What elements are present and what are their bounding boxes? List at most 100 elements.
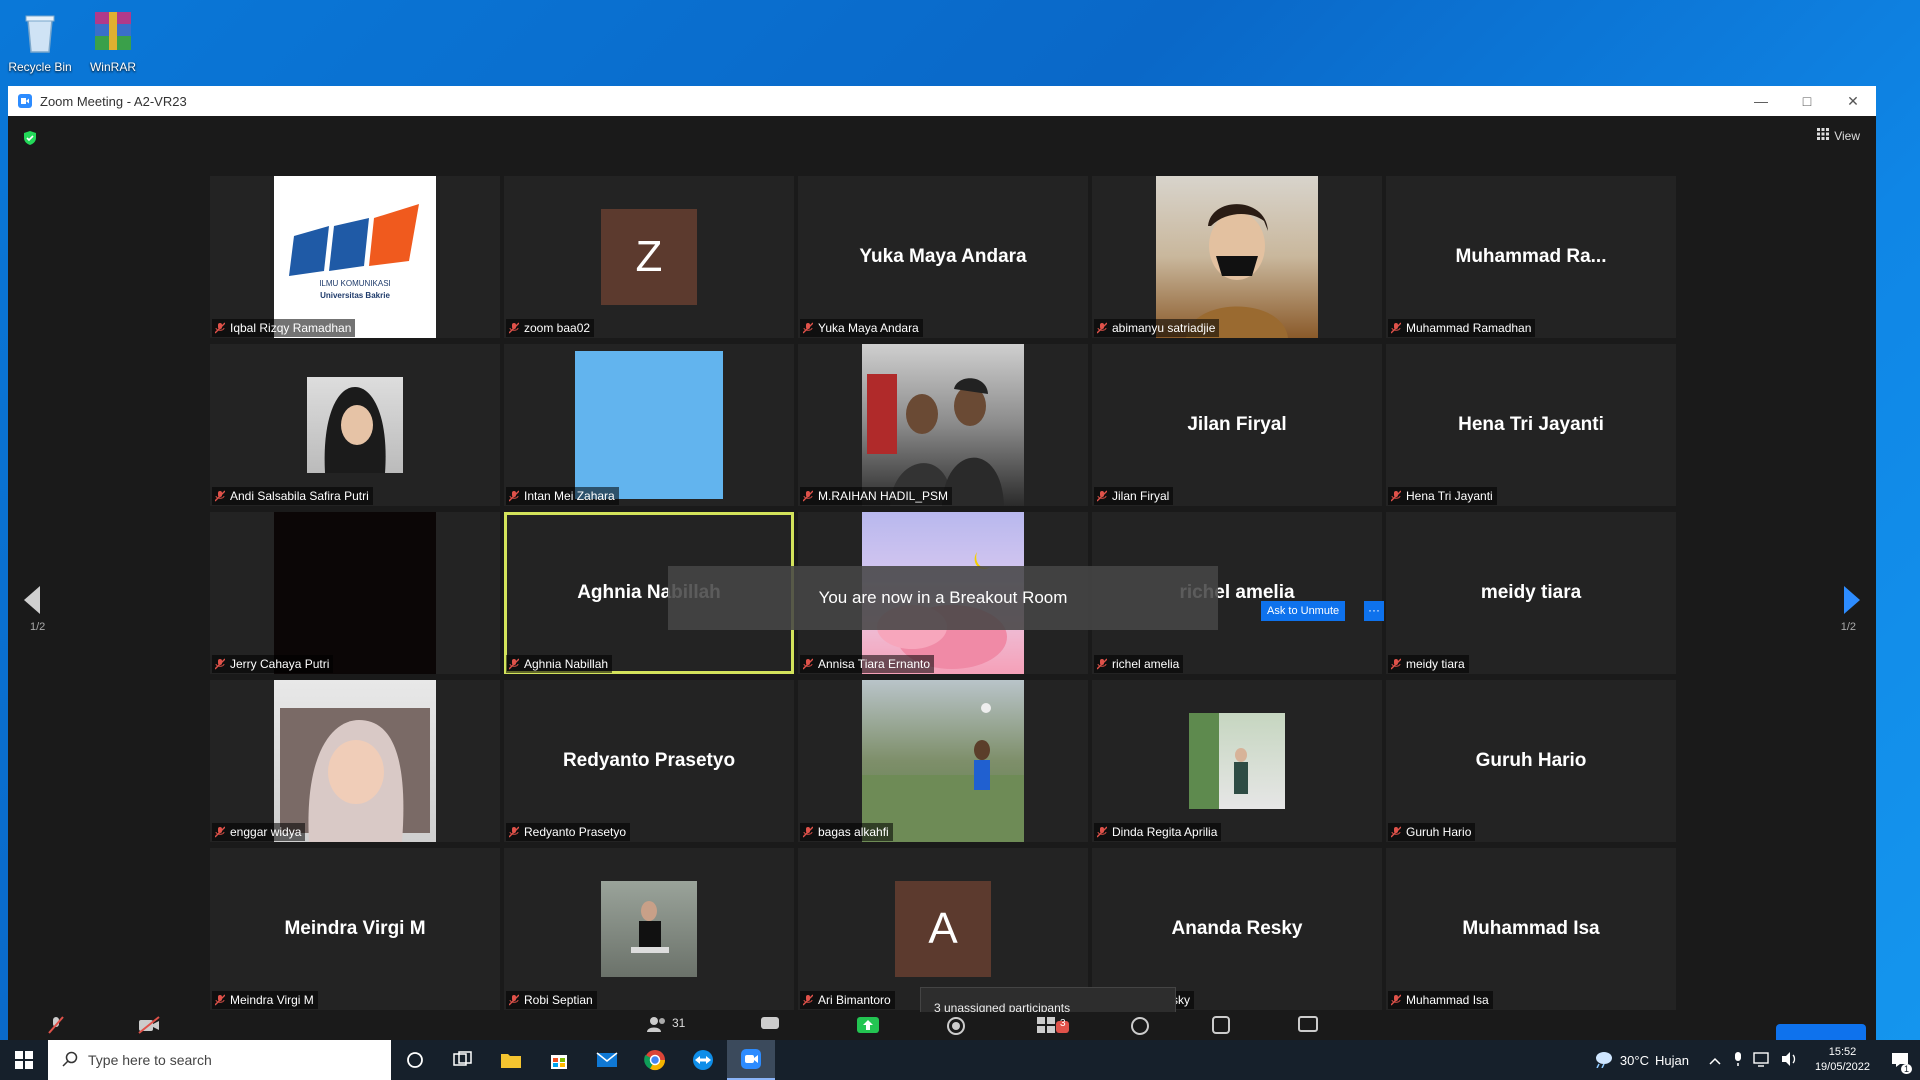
record-icon[interactable] [946, 1016, 966, 1040]
mail-icon[interactable] [583, 1040, 631, 1080]
breakout-room-toast: You are now in a Breakout Room [668, 566, 1218, 630]
logo-line2: Universitas Bakrie [320, 291, 390, 300]
participant-name-label: M.RAIHAN HADIL_PSM [800, 487, 953, 505]
participant-tile[interactable]: bagas alkahfi [798, 680, 1088, 842]
view-button[interactable]: View [1817, 128, 1860, 143]
share-screen-icon[interactable] [856, 1016, 880, 1039]
winrar-icon[interactable]: WinRAR [73, 8, 153, 74]
participant-tile[interactable]: Andi Salsabila Safira Putri [210, 344, 500, 506]
participant-name-label: Dinda Regita Aprilia [1094, 823, 1222, 841]
mic-muted-icon [214, 994, 226, 1006]
mic-muted-icon [802, 826, 814, 838]
participant-tile[interactable]: A Ari Bimantoro [798, 848, 1088, 1010]
participant-name-label: Ari Bimantoro [800, 991, 895, 1009]
taskbar-search-box[interactable]: Type here to search [48, 1040, 391, 1080]
chrome-icon[interactable] [631, 1040, 679, 1080]
participants-count: 31 [672, 1016, 686, 1030]
ask-to-unmute-button[interactable]: Ask to Unmute [1261, 601, 1346, 621]
chevron-up-icon[interactable] [1709, 1053, 1721, 1068]
volume-icon[interactable] [1781, 1051, 1799, 1070]
participant-tile[interactable]: Muhammad Isa Muhammad Isa [1386, 848, 1676, 1010]
mic-muted-icon [214, 826, 226, 838]
close-button[interactable]: ✕ [1830, 93, 1876, 110]
next-page-arrow-icon[interactable] [1842, 586, 1862, 619]
participant-name-label: zoom baa02 [506, 319, 595, 337]
participant-name-label: Redyanto Prasetyo [506, 823, 631, 841]
minimize-button[interactable]: — [1738, 93, 1784, 109]
participant-tile[interactable]: Z zoom baa02 [504, 176, 794, 338]
participant-tile[interactable]: Yuka Maya Andara Yuka Maya Andara [798, 176, 1088, 338]
participant-display-name: Meindra Virgi M [284, 918, 426, 939]
microphone-icon[interactable] [1733, 1051, 1743, 1070]
participant-tile[interactable]: Hena Tri Jayanti Hena Tri Jayanti [1386, 344, 1676, 506]
meeting-toolbar: 31 3 [8, 1012, 1876, 1040]
clock[interactable]: 15:52 19/05/2022 [1815, 1045, 1870, 1075]
participant-name-label: Muhammad Isa [1388, 991, 1493, 1009]
mute-icon[interactable] [48, 1016, 64, 1039]
mic-muted-icon [1390, 490, 1402, 502]
weather-temperature[interactable]: 30°C [1620, 1053, 1649, 1068]
participant-tile[interactable]: Guruh Hario Guruh Hario [1386, 680, 1676, 842]
participants-icon[interactable] [646, 1016, 668, 1037]
more-options-button[interactable]: ··· [1364, 601, 1384, 621]
participant-tile[interactable]: Jilan Firyal Jilan Firyal [1092, 344, 1382, 506]
mic-muted-icon [802, 658, 814, 670]
file-explorer-icon[interactable] [487, 1040, 535, 1080]
breakout-badge: 3 [1060, 1018, 1066, 1029]
microsoft-store-icon[interactable] [535, 1040, 583, 1080]
window-titlebar[interactable]: Zoom Meeting - A2-VR23 — □ ✕ [8, 86, 1876, 116]
notification-center-icon[interactable]: 1 [1880, 1040, 1920, 1080]
stop-video-icon[interactable] [138, 1016, 160, 1039]
participant-tile[interactable]: Redyanto Prasetyo Redyanto Prasetyo [504, 680, 794, 842]
mic-muted-icon [802, 994, 814, 1006]
participant-photo [1156, 176, 1318, 338]
participant-tile[interactable]: Robi Septian [504, 848, 794, 1010]
participant-name-label: Guruh Hario [1388, 823, 1476, 841]
teamviewer-icon[interactable] [679, 1040, 727, 1080]
participant-name-label: Hena Tri Jayanti [1388, 487, 1497, 505]
mic-muted-icon [802, 322, 814, 334]
participant-name-label: Yuka Maya Andara [800, 319, 923, 337]
previous-page-arrow-icon[interactable] [22, 586, 42, 619]
recycle-bin-icon[interactable]: Recycle Bin [0, 8, 80, 74]
network-icon[interactable] [1753, 1051, 1771, 1070]
weather-icon[interactable] [1592, 1050, 1614, 1071]
participant-name-label: Robi Septian [506, 991, 597, 1009]
participant-tile[interactable]: abimanyu satriadjie [1092, 176, 1382, 338]
participant-tile[interactable]: Ananda Resky Ananda Resky [1092, 848, 1382, 1010]
participant-photo [274, 680, 436, 842]
mic-muted-icon [508, 826, 520, 838]
participant-tile[interactable]: Muhammad Ra... Muhammad Ramadhan [1386, 176, 1676, 338]
zoom-taskbar-icon[interactable] [727, 1040, 775, 1080]
participant-avatar: A [895, 881, 991, 977]
meeting-area: View ILMU KOMUNIKASI Universitas Bakrie … [8, 116, 1876, 1040]
chat-icon[interactable] [760, 1016, 780, 1037]
apps-icon[interactable] [1212, 1016, 1230, 1039]
participant-tile[interactable]: M.RAIHAN HADIL_PSM [798, 344, 1088, 506]
maximize-button[interactable]: □ [1784, 93, 1830, 109]
participant-tile[interactable]: Meindra Virgi M Meindra Virgi M [210, 848, 500, 1010]
cortana-icon[interactable] [391, 1040, 439, 1080]
participant-name-label: bagas alkahfi [800, 823, 893, 841]
whiteboard-icon[interactable] [1298, 1016, 1318, 1039]
start-button[interactable] [0, 1040, 48, 1080]
participant-tile[interactable]: ILMU KOMUNIKASI Universitas Bakrie Iqbal… [210, 176, 500, 338]
participant-photo [1189, 713, 1285, 809]
participant-photo [307, 377, 403, 473]
participant-tile[interactable]: meidy tiara meidy tiara [1386, 512, 1676, 674]
end-meeting-button[interactable] [1776, 1024, 1866, 1040]
mic-muted-icon [1096, 322, 1108, 334]
zoom-app-icon [18, 94, 32, 108]
task-view-icon[interactable] [439, 1040, 487, 1080]
reactions-icon[interactable] [1130, 1016, 1150, 1040]
participant-name-label: Meindra Virgi M [212, 991, 318, 1009]
participant-display-name: Guruh Hario [1475, 750, 1587, 771]
participant-name-label: enggar widya [212, 823, 306, 841]
weather-description[interactable]: Hujan [1655, 1053, 1689, 1068]
participant-tile[interactable]: enggar widya [210, 680, 500, 842]
shield-icon[interactable] [22, 130, 38, 146]
participant-tile[interactable]: Jerry Cahaya Putri [210, 512, 500, 674]
participant-tile[interactable]: Intan Mei Zahara [504, 344, 794, 506]
participant-tile[interactable]: Dinda Regita Aprilia [1092, 680, 1382, 842]
mic-muted-icon [214, 322, 226, 334]
